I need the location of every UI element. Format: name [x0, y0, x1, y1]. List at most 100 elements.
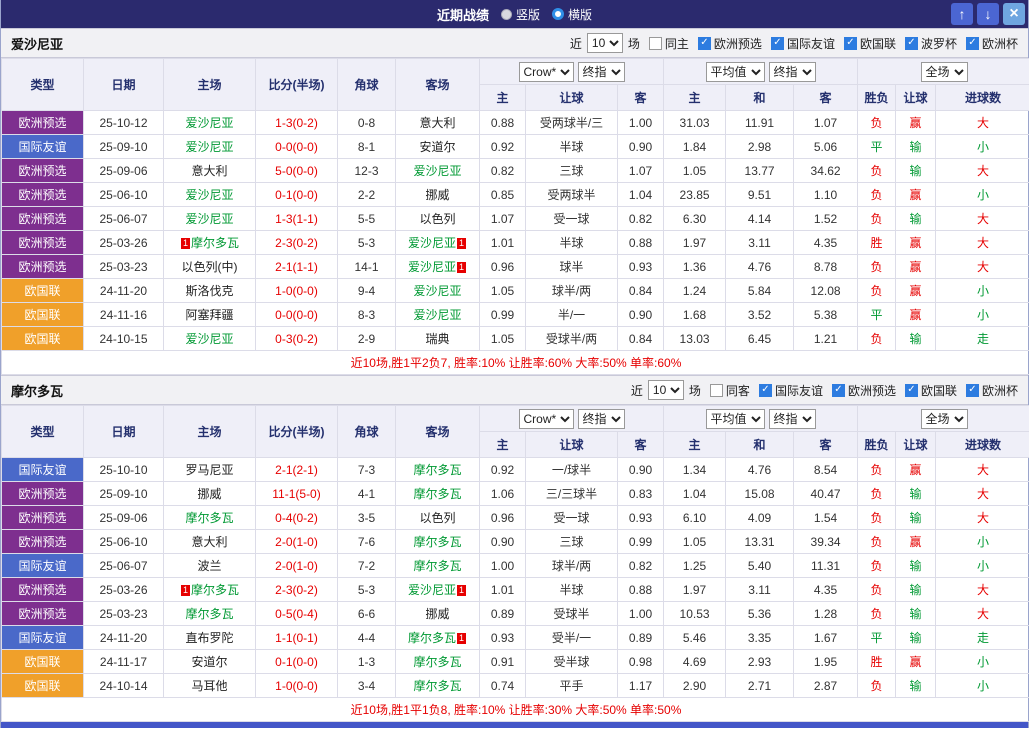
- score-cell[interactable]: 0-4(0-2): [256, 506, 338, 530]
- away-team-cell[interactable]: 摩尔多瓦: [396, 554, 480, 578]
- average-select[interactable]: 平均值: [706, 62, 765, 82]
- score-cell[interactable]: 1-1(0-1): [256, 626, 338, 650]
- same-venue-checkbox[interactable]: [710, 384, 723, 397]
- away-team-cell[interactable]: 安道尔: [396, 135, 480, 159]
- away-team-cell[interactable]: 爱沙尼亚1: [396, 578, 480, 602]
- away-team-cell[interactable]: 以色列: [396, 207, 480, 231]
- home-team-cell[interactable]: 1摩尔多瓦: [164, 231, 256, 255]
- away-team-cell[interactable]: 摩尔多瓦: [396, 650, 480, 674]
- home-team-cell[interactable]: 意大利: [164, 530, 256, 554]
- home-team-cell[interactable]: 爱沙尼亚: [164, 327, 256, 351]
- score-cell[interactable]: 1-0(0-0): [256, 279, 338, 303]
- away-team-cell[interactable]: 爱沙尼亚1: [396, 231, 480, 255]
- home-team-cell[interactable]: 以色列(中): [164, 255, 256, 279]
- home-team-cell[interactable]: 摩尔多瓦: [164, 506, 256, 530]
- score-cell[interactable]: 2-3(0-2): [256, 578, 338, 602]
- competition-checkbox[interactable]: ✓: [966, 384, 979, 397]
- average-select[interactable]: 平均值: [706, 409, 765, 429]
- match-count-select[interactable]: 10: [587, 33, 623, 53]
- score-cell[interactable]: 0-1(0-0): [256, 183, 338, 207]
- home-team-cell[interactable]: 安道尔: [164, 650, 256, 674]
- competition-checkbox[interactable]: ✓: [759, 384, 772, 397]
- home-team-cell[interactable]: 1摩尔多瓦: [164, 578, 256, 602]
- competition-checkbox[interactable]: ✓: [844, 37, 857, 50]
- filter-bar: 近10场同主✓欧洲预选✓国际友谊✓欧国联✓波罗杯✓欧洲杯: [570, 33, 1018, 53]
- score-cell[interactable]: 2-0(1-0): [256, 554, 338, 578]
- away-team-cell[interactable]: 爱沙尼亚: [396, 159, 480, 183]
- scroll-up-button[interactable]: ↑: [951, 3, 973, 25]
- match-count-select[interactable]: 10: [648, 380, 684, 400]
- away-team-name: 爱沙尼亚: [413, 284, 461, 298]
- away-team-cell[interactable]: 摩尔多瓦: [396, 674, 480, 698]
- odds-stage-select[interactable]: 终指: [578, 62, 625, 82]
- competition-checkbox[interactable]: ✓: [905, 384, 918, 397]
- away-team-cell[interactable]: 挪威: [396, 183, 480, 207]
- away-team-cell[interactable]: 摩尔多瓦: [396, 482, 480, 506]
- average-stage-select[interactable]: 终指: [769, 409, 816, 429]
- score-cell[interactable]: 2-1(1-1): [256, 255, 338, 279]
- score-cell[interactable]: 0-3(0-2): [256, 327, 338, 351]
- score-cell[interactable]: 0-0(0-0): [256, 135, 338, 159]
- corners-cell: 7-6: [338, 530, 396, 554]
- home-team-cell[interactable]: 爱沙尼亚: [164, 183, 256, 207]
- score-cell[interactable]: 11-1(5-0): [256, 482, 338, 506]
- away-team-cell[interactable]: 摩尔多瓦: [396, 458, 480, 482]
- home-team-cell[interactable]: 爱沙尼亚: [164, 111, 256, 135]
- average-stage-select[interactable]: 终指: [769, 62, 816, 82]
- home-team-cell[interactable]: 波兰: [164, 554, 256, 578]
- competition-checkbox[interactable]: ✓: [832, 384, 845, 397]
- layout-vertical-radio[interactable]: 竖版: [501, 6, 540, 23]
- close-button[interactable]: ×: [1003, 3, 1025, 25]
- competition-checkbox[interactable]: ✓: [905, 37, 918, 50]
- competition-checkbox[interactable]: ✓: [771, 37, 784, 50]
- away-team-cell[interactable]: 爱沙尼亚1: [396, 255, 480, 279]
- home-team-cell[interactable]: 摩尔多瓦: [164, 602, 256, 626]
- away-team-cell[interactable]: 爱沙尼亚: [396, 303, 480, 327]
- home-team-cell[interactable]: 罗马尼亚: [164, 458, 256, 482]
- score-cell[interactable]: 0-0(0-0): [256, 303, 338, 327]
- away-team-cell[interactable]: 摩尔多瓦: [396, 530, 480, 554]
- home-team-cell[interactable]: 爱沙尼亚: [164, 207, 256, 231]
- odds-source-select[interactable]: Crow*: [519, 62, 574, 82]
- horizontal-scrollbar[interactable]: [1, 722, 1028, 728]
- away-team-cell[interactable]: 爱沙尼亚: [396, 279, 480, 303]
- away-team-cell[interactable]: 挪威: [396, 602, 480, 626]
- odds-stage-select[interactable]: 终指: [578, 409, 625, 429]
- scroll-down-button[interactable]: ↓: [977, 3, 999, 25]
- handicap-result-cell: 输: [896, 327, 936, 351]
- radio-horizontal-label: 横版: [568, 6, 592, 23]
- home-team-cell[interactable]: 直布罗陀: [164, 626, 256, 650]
- away-team-cell[interactable]: 意大利: [396, 111, 480, 135]
- score-cell[interactable]: 2-3(0-2): [256, 231, 338, 255]
- summary-row: 近10场,胜1平2负7, 胜率:10% 让胜率:60% 大率:50% 单率:60…: [2, 351, 1029, 375]
- sub-column-header: 和: [726, 432, 794, 458]
- same-venue-label: 同主: [665, 35, 689, 52]
- same-venue-checkbox[interactable]: [649, 37, 662, 50]
- score-cell[interactable]: 1-3(1-1): [256, 207, 338, 231]
- odds-source-select[interactable]: Crow*: [519, 409, 574, 429]
- score-cell[interactable]: 1-0(0-0): [256, 674, 338, 698]
- score-cell[interactable]: 5-0(0-0): [256, 159, 338, 183]
- score-cell[interactable]: 2-1(2-1): [256, 458, 338, 482]
- competition-checkbox[interactable]: ✓: [698, 37, 711, 50]
- away-team-cell[interactable]: 瑞典: [396, 327, 480, 351]
- score-cell[interactable]: 2-0(1-0): [256, 530, 338, 554]
- home-team-cell[interactable]: 挪威: [164, 482, 256, 506]
- layout-horizontal-radio[interactable]: 横版: [552, 6, 592, 23]
- home-team-cell[interactable]: 阿塞拜疆: [164, 303, 256, 327]
- scope-select[interactable]: 全场: [921, 62, 968, 82]
- score-cell[interactable]: 1-3(0-2): [256, 111, 338, 135]
- home-team-cell[interactable]: 斯洛伐克: [164, 279, 256, 303]
- scope-select[interactable]: 全场: [921, 409, 968, 429]
- competition-checkbox[interactable]: ✓: [966, 37, 979, 50]
- score-cell[interactable]: 0-1(0-0): [256, 650, 338, 674]
- sub-column-header: 进球数: [936, 432, 1029, 458]
- away-team-cell[interactable]: 摩尔多瓦1: [396, 626, 480, 650]
- home-team-name: 斯洛伐克: [185, 284, 233, 298]
- away-team-cell[interactable]: 以色列: [396, 506, 480, 530]
- column-header-corner: 角球: [338, 406, 396, 458]
- score-cell[interactable]: 0-5(0-4): [256, 602, 338, 626]
- home-team-cell[interactable]: 意大利: [164, 159, 256, 183]
- home-team-cell[interactable]: 爱沙尼亚: [164, 135, 256, 159]
- home-team-cell[interactable]: 马耳他: [164, 674, 256, 698]
